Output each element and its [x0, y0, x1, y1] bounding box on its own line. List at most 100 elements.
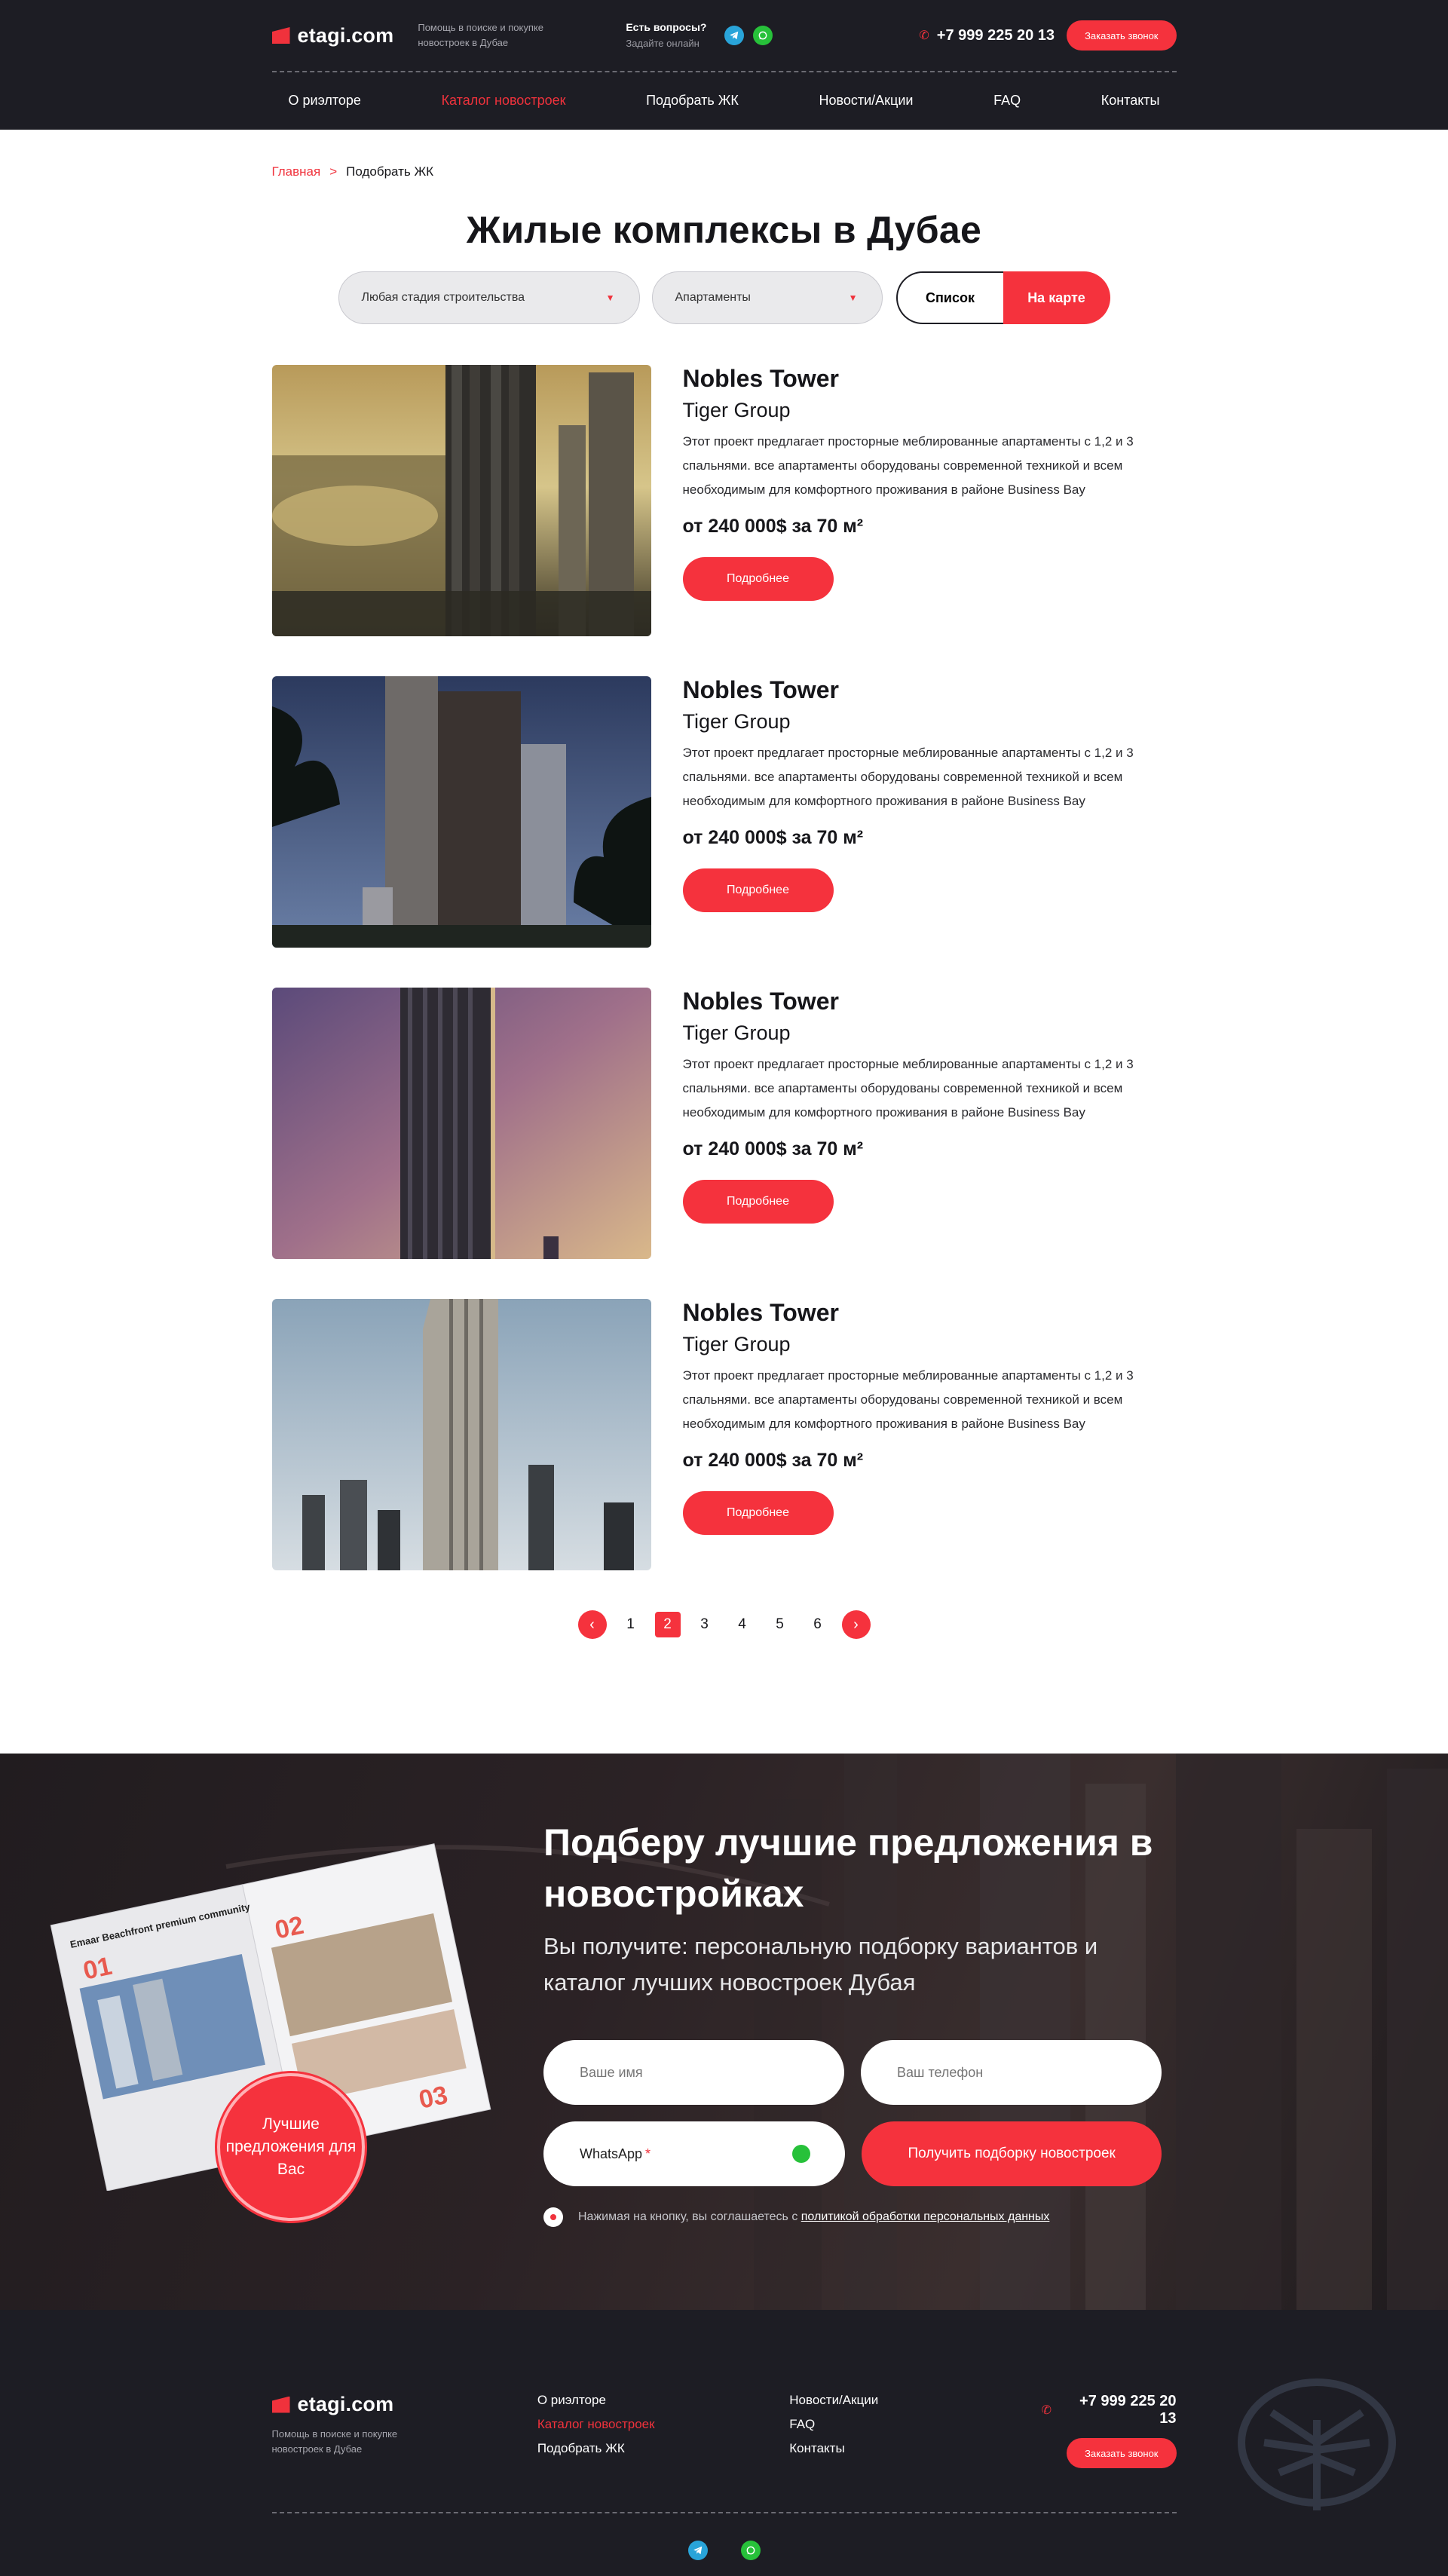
magazine-number-3: 03 — [416, 2081, 450, 2115]
callback-button[interactable]: Заказать звонок — [1067, 20, 1177, 51]
listing-image[interactable] — [271, 988, 651, 1259]
footer-brand: etagi.com Помощь в поиске и покупке ново… — [271, 2393, 537, 2512]
logo-mark-icon — [271, 27, 290, 44]
nav-item-faq[interactable]: FAQ — [993, 93, 1021, 109]
footer-callback-button[interactable]: Заказать звонок — [1067, 2438, 1177, 2468]
magazine-number-2: 02 — [272, 1911, 306, 1945]
phone-number: +7 999 225 20 13 — [936, 26, 1055, 44]
listings: Nobles Tower Tiger Group Этот проект пре… — [271, 365, 1177, 1570]
logo-text: etagi.com — [297, 2393, 394, 2415]
listing-title[interactable]: Nobles Tower — [683, 1299, 1177, 1327]
listing-body: Nobles Tower Tiger Group Этот проект пре… — [682, 676, 1177, 948]
details-button[interactable]: Подробнее — [682, 1180, 834, 1224]
catalog-section: Главная > Подобрать ЖК Жилые комплексы в Д… — [271, 130, 1177, 1639]
footer-link-news[interactable]: Новости/Акции — [789, 2393, 1041, 2408]
listing-developer: Tiger Group — [682, 710, 791, 733]
view-map-button[interactable]: На карте — [1003, 271, 1110, 324]
details-button[interactable]: Подробнее — [682, 1491, 834, 1535]
nav-item-contacts[interactable]: Контакты — [1101, 93, 1160, 109]
nav-item-catalog[interactable]: Каталог новостроек — [442, 93, 566, 109]
logo[interactable]: etagi.com — [271, 24, 394, 47]
footer-contact: ✆ +7 999 225 20 13 Заказать звонок — [1042, 2393, 1177, 2512]
footer-phone[interactable]: ✆ +7 999 225 20 13 — [1042, 2393, 1177, 2427]
listing-price: от 240 000$ за 70 м² — [682, 1138, 864, 1159]
listing-developer: Tiger Group — [682, 1022, 791, 1044]
whatsapp-field[interactable]: WhatsApp * — [543, 2121, 846, 2186]
listing-developer: Tiger Group — [682, 1333, 791, 1355]
consent-text: Нажимая на кнопку, вы соглашаетесь с пол… — [578, 2210, 1049, 2224]
details-button[interactable]: Подробнее — [682, 557, 834, 601]
listing-title[interactable]: Nobles Tower — [683, 365, 1177, 393]
nav-item-realtor[interactable]: О риэлторе — [289, 93, 361, 109]
listing-price: от 240 000$ за 70 м² — [682, 1450, 864, 1471]
page-link[interactable]: 1 — [617, 1611, 644, 1638]
page-link[interactable]: 5 — [767, 1611, 794, 1638]
form-row: WhatsApp * Получить подборку новостроек — [543, 2121, 1162, 2186]
listing-description: Этот проект предлагает просторные меблир… — [682, 434, 1134, 497]
footer-link-realtor[interactable]: О риэлторе — [537, 2393, 789, 2408]
page-link[interactable]: 3 — [691, 1611, 718, 1638]
footer-social — [272, 2541, 1177, 2560]
listing-card: Nobles Tower Tiger Group Этот проект пре… — [271, 1299, 1177, 1570]
listing-image[interactable] — [271, 1299, 651, 1570]
footer-links-2: Новости/Акции FAQ Контакты — [789, 2393, 1041, 2512]
details-button[interactable]: Подробнее — [682, 868, 834, 912]
footer-tagline: Помощь в поиске и покупке новостроек в Д… — [271, 2428, 398, 2455]
listing-image[interactable] — [271, 365, 651, 636]
magazine-number-1: 01 — [81, 1952, 115, 1986]
listing-title[interactable]: Nobles Tower — [683, 676, 1177, 704]
listing-card: Nobles Tower Tiger Group Этот проект пре… — [271, 676, 1177, 948]
listing-body: Nobles Tower Tiger Group Этот проект пре… — [682, 1299, 1177, 1570]
header-phone[interactable]: ✆ +7 999 225 20 13 — [919, 27, 1055, 44]
filters-bar: Любая стадия строительства ▼ Апартаменты… — [272, 271, 1177, 324]
privacy-policy-link[interactable]: политикой обработки персональных данных — [801, 2210, 1050, 2223]
phone-input[interactable] — [861, 2040, 1162, 2105]
header-messengers — [724, 26, 773, 45]
header-top: etagi.com Помощь в поиске и покупке ново… — [271, 0, 1177, 72]
main-nav: О риэлторе Каталог новостроек Подобрать … — [272, 72, 1177, 128]
whatsapp-field-label: WhatsApp — [580, 2146, 643, 2161]
whatsapp-icon[interactable] — [753, 26, 773, 45]
name-input[interactable] — [543, 2040, 844, 2105]
footer-link-catalog[interactable]: Каталог новостроек — [537, 2417, 789, 2432]
listing-body: Nobles Tower Tiger Group Этот проект пре… — [682, 365, 1177, 636]
page-link[interactable]: 4 — [729, 1611, 756, 1638]
listing-title[interactable]: Nobles Tower — [683, 988, 1177, 1015]
header-tagline: Помощь в поиске и покупке новостроек в Д… — [418, 22, 543, 48]
telegram-icon[interactable] — [687, 2541, 708, 2560]
promo-subtitle: Вы получите: персональную подборку вариа… — [543, 1933, 1098, 1996]
submit-button[interactable]: Получить подборку новостроек — [862, 2121, 1162, 2186]
whatsapp-icon[interactable] — [740, 2541, 761, 2560]
ask-block: Есть вопросы? Задайте онлайн — [626, 20, 706, 51]
type-select[interactable]: Апартаменты ▼ — [651, 271, 883, 324]
breadcrumb-separator: > — [329, 164, 338, 179]
footer-logo[interactable]: etagi.com — [271, 2393, 537, 2416]
whatsapp-icon — [792, 2145, 811, 2163]
consent-checkbox[interactable] — [543, 2207, 563, 2227]
required-mark: * — [645, 2146, 651, 2161]
lead-form-section: 01 02 03 Emaar Beachfront premium commun… — [0, 1754, 1448, 2310]
stage-select[interactable]: Любая стадия строительства ▼ — [338, 271, 640, 324]
page-link-current[interactable]: 2 — [654, 1612, 681, 1637]
nav-item-news[interactable]: Новости/Акции — [819, 93, 913, 109]
nav-item-pick-complex[interactable]: Подобрать ЖК — [646, 93, 739, 109]
footer-link-contacts[interactable]: Контакты — [789, 2441, 1041, 2456]
view-list-button[interactable]: Список — [895, 271, 1003, 324]
footer-link-pick-complex[interactable]: Подобрать ЖК — [537, 2441, 789, 2456]
telegram-icon[interactable] — [724, 26, 745, 45]
page-title: Жилые комплексы в Дубае — [466, 209, 982, 251]
page-link[interactable]: 6 — [804, 1611, 831, 1638]
footer-link-faq[interactable]: FAQ — [789, 2417, 1041, 2432]
caret-down-icon: ▼ — [848, 293, 858, 303]
breadcrumb-home[interactable]: Главная — [272, 164, 321, 179]
site-footer: etagi.com Помощь в поиске и покупке ново… — [0, 2310, 1448, 2576]
chevron-left-icon[interactable]: ‹ — [577, 1610, 607, 1639]
logo-mark-icon — [271, 2396, 290, 2413]
phone-number: +7 999 225 20 13 — [1079, 2393, 1177, 2427]
listing-image[interactable] — [271, 676, 651, 948]
chevron-right-icon[interactable]: › — [841, 1610, 871, 1639]
promo-title: Подберу лучшие предложения в новостройка… — [543, 1821, 1153, 1915]
listing-description: Этот проект предлагает просторные меблир… — [682, 1057, 1134, 1120]
view-switch: Список На карте — [895, 271, 1110, 324]
phone-icon: ✆ — [919, 29, 929, 42]
